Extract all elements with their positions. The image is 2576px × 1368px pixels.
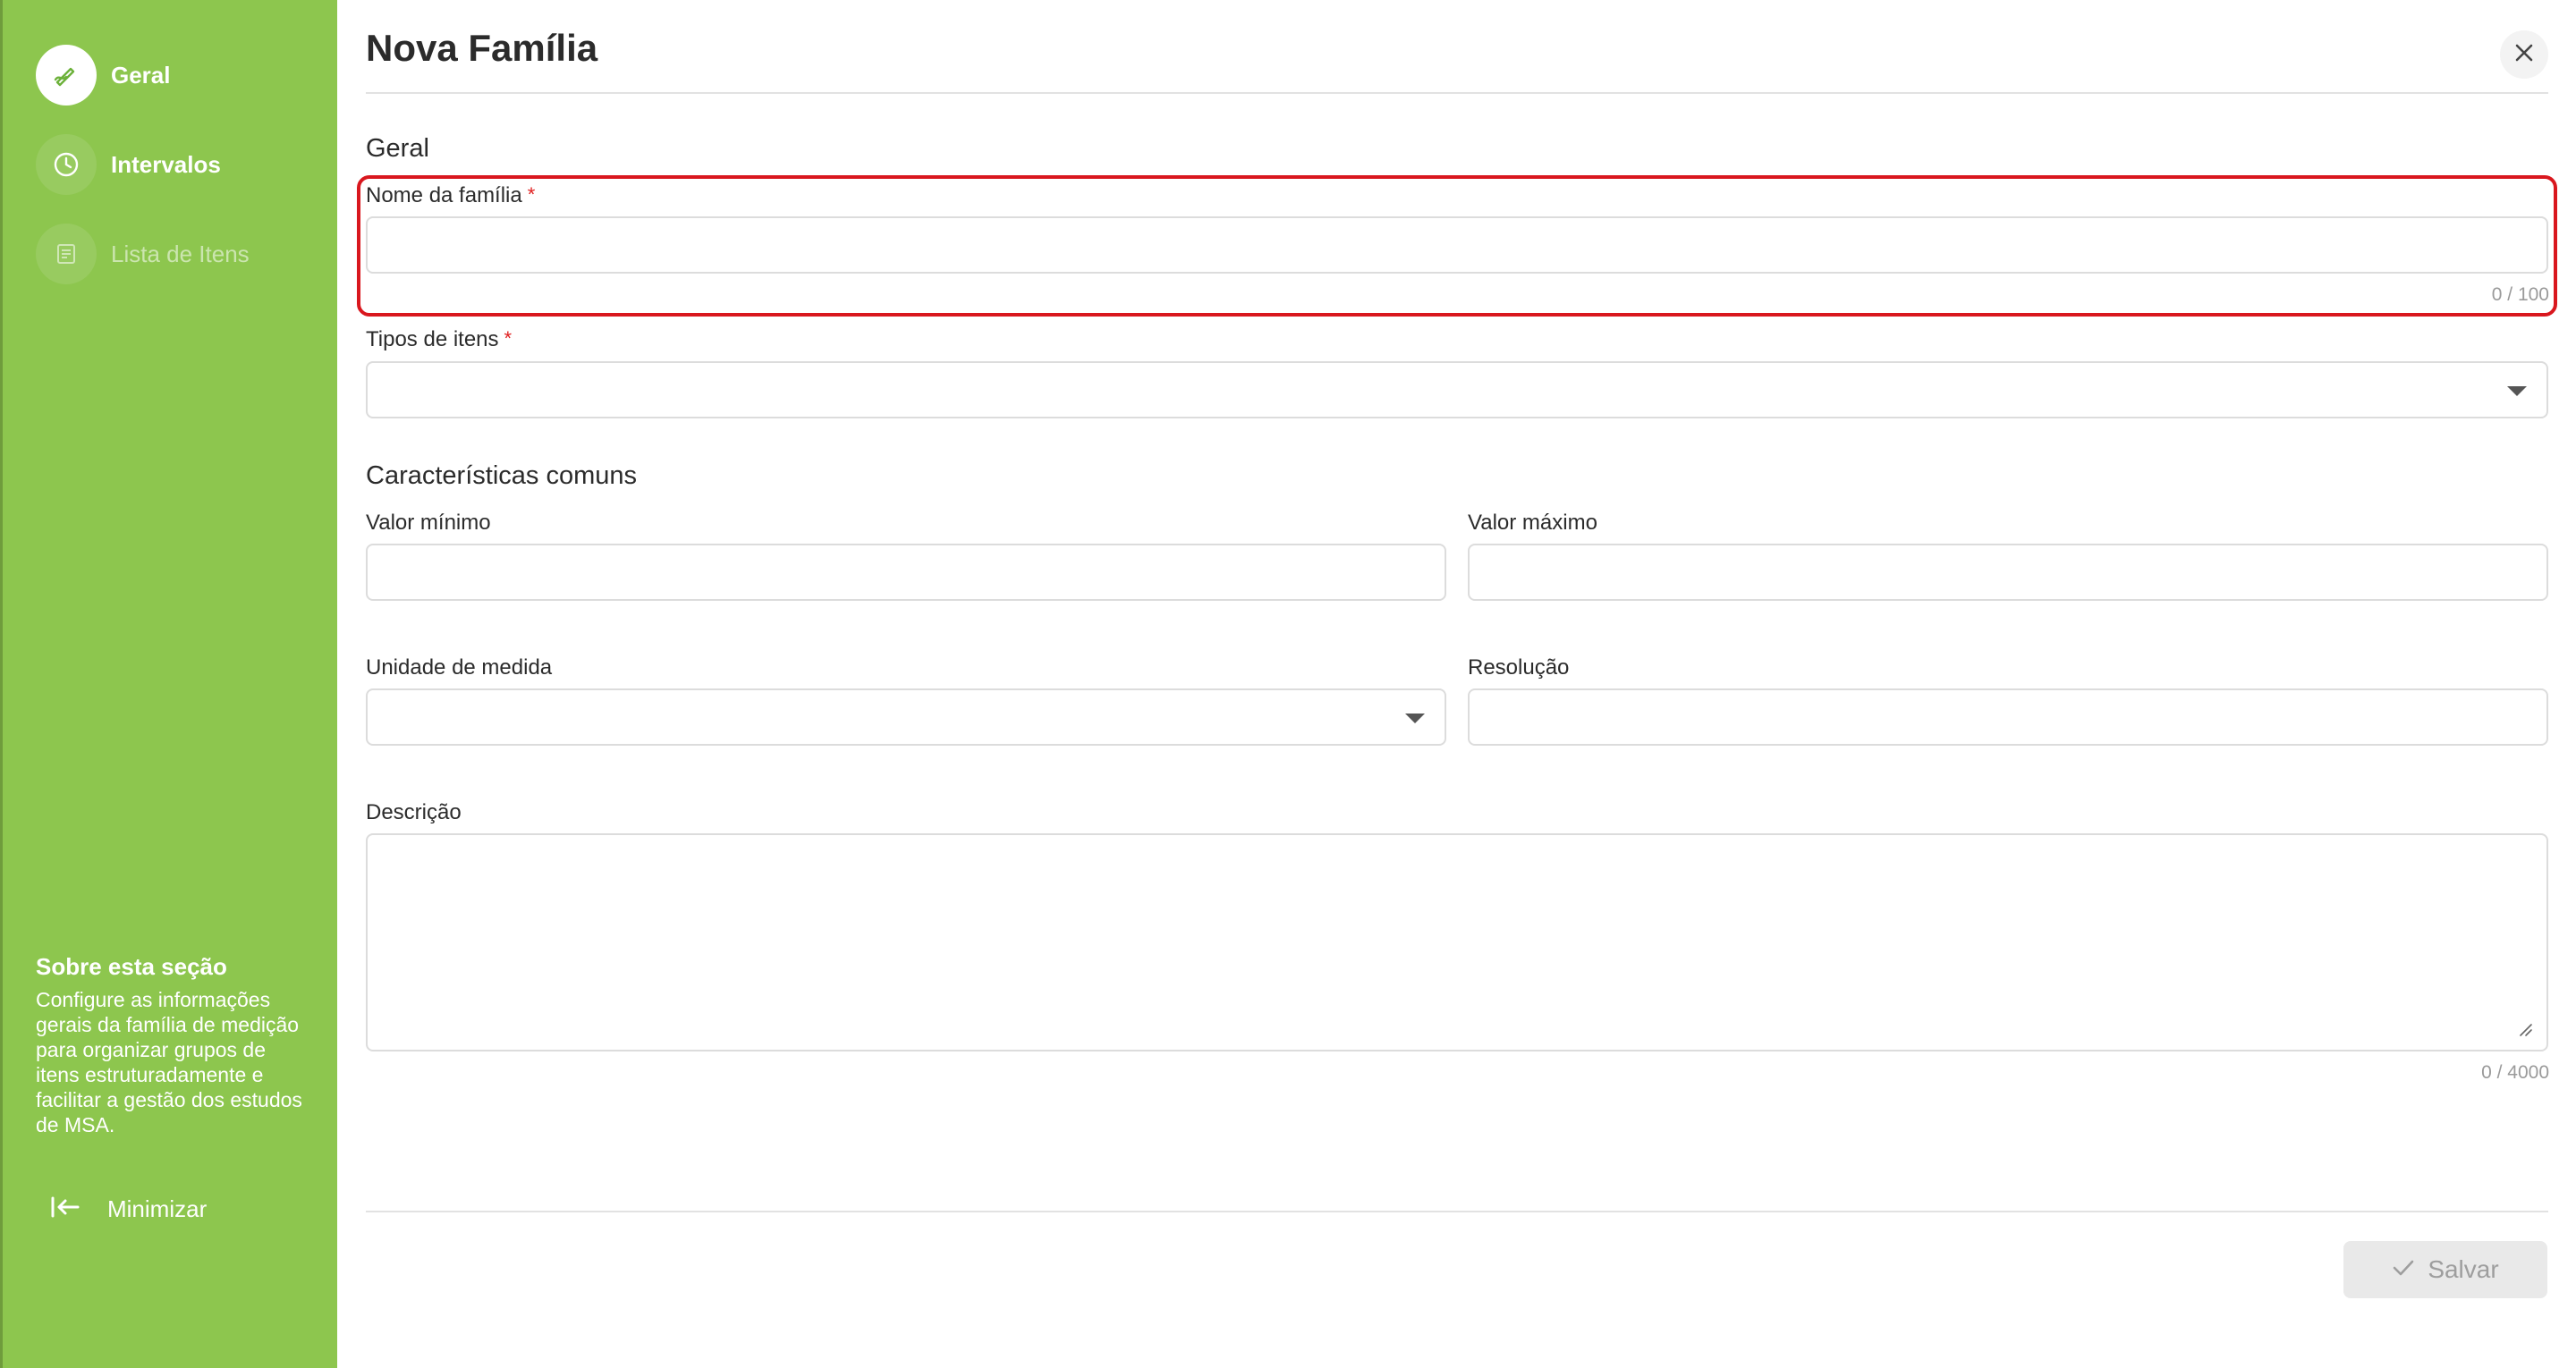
check-icon [2392,1258,2415,1282]
max-value-input[interactable] [1468,544,2548,601]
sidebar-edge [0,0,3,1368]
family-name-input[interactable] [366,216,2548,274]
sidebar-item-label: Intervalos [111,150,221,178]
sidebar-item-intervalos[interactable]: Intervalos [36,134,221,195]
about-section-text: Configure as informações gerais da famíl… [36,988,302,1136]
family-name-label: Nome da família * [366,183,535,208]
unit-label: Unidade de medida [366,655,553,680]
item-types-label-text: Tipos de itens [366,327,499,351]
sidebar-item-label: Lista de Itens [111,240,250,267]
family-name-label-text: Nome da família [366,183,522,207]
close-icon [2513,42,2535,68]
save-label: Salvar [2428,1255,2499,1283]
header-divider [366,92,2548,94]
sidebar-item-label: Geral [111,61,171,89]
about-section-title: Sobre esta seção [36,953,227,980]
min-value-input[interactable] [366,544,1446,601]
item-types-label: Tipos de itens * [366,327,512,352]
section-title-common: Características comuns [366,461,637,490]
list-icon [36,224,97,284]
page-title: Nova Família [366,27,598,69]
unit-select[interactable] [366,688,1446,746]
description-textarea[interactable] [366,833,2548,1051]
description-counter: 0 / 4000 [2481,1062,2549,1083]
resolution-input[interactable] [1468,688,2548,746]
section-title-general: Geral [366,134,429,163]
required-mark: * [504,327,513,350]
close-button[interactable] [2500,30,2548,79]
item-types-select[interactable] [366,361,2548,418]
chevron-down-icon [1405,714,1425,723]
collapse-left-icon [50,1195,80,1223]
resize-grip-icon[interactable] [2517,1021,2533,1037]
family-name-counter: 0 / 100 [2491,284,2549,305]
minimize-label: Minimizar [107,1195,208,1222]
min-value-label: Valor mínimo [366,511,491,535]
sidebar: Geral Intervalos Lista de Itens Sobre es… [0,0,337,1368]
save-button[interactable]: Salvar [2343,1241,2547,1298]
clock-icon [36,134,97,195]
description-label: Descrição [366,800,462,824]
resolution-label: Resolução [1468,655,1570,680]
sidebar-item-geral[interactable]: Geral [36,45,171,106]
chevron-down-icon [2507,386,2527,396]
minimize-button[interactable]: Minimizar [50,1191,207,1227]
max-value-label: Valor máximo [1468,511,1597,535]
pencil-icon [36,45,97,106]
required-mark: * [527,183,536,206]
footer-divider [366,1211,2548,1212]
sidebar-item-lista-de-itens: Lista de Itens [36,224,250,284]
